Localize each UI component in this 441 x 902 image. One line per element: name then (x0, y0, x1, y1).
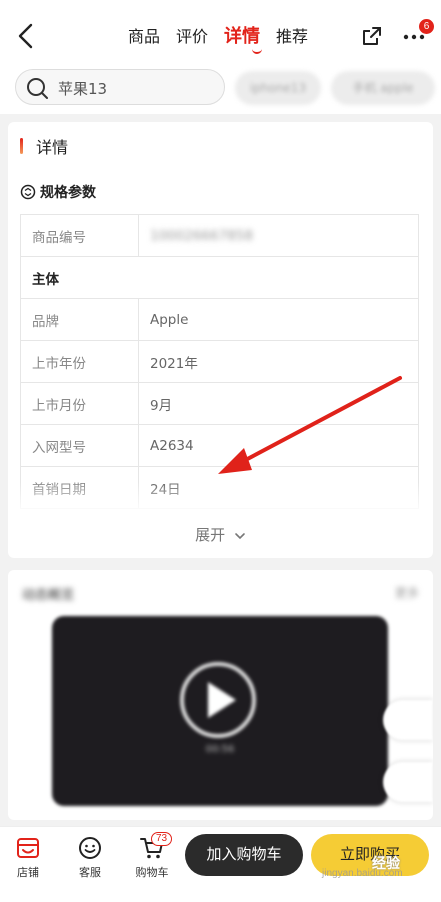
video-section-more[interactable]: 更多 (395, 584, 419, 601)
tab-bar: 商品 评价 详情 推荐 (128, 26, 324, 54)
notification-badge: 6 (419, 19, 434, 34)
add-to-cart-button[interactable]: 加入购物车 (185, 834, 303, 876)
video-overview-card: 动态概览 更多 00:56 (8, 570, 433, 820)
tab-details[interactable]: 详情 (224, 26, 263, 54)
video-section-title: 动态概览 (22, 588, 75, 603)
floating-side-button[interactable] (383, 762, 433, 802)
video-duration: 00:56 (205, 744, 235, 755)
detail-card: 详情 规格参数 商品编号 100026667858 主体 品牌 Apple 上市… (8, 122, 433, 558)
service-label: 客服 (79, 866, 101, 879)
section-title: 详情 (36, 138, 69, 157)
table-row: 上市月份 9月 (20, 382, 419, 425)
table-row: 主体 (20, 256, 419, 299)
share-icon[interactable] (360, 24, 384, 48)
table-row: 商品编号 100026667858 (20, 214, 419, 257)
spec-group-header: 主体 (20, 256, 419, 299)
spec-params-title: 规格参数 (40, 185, 96, 201)
spec-key: 商品编号 (20, 214, 139, 257)
spec-value: 9月 (138, 382, 419, 425)
spec-value: A2634 (138, 424, 419, 467)
spec-value: 100026667858 (150, 227, 254, 244)
store-label: 店铺 (17, 866, 39, 879)
search-suggestion-chip[interactable]: iphone13 (235, 71, 321, 105)
store-button[interactable]: 店铺 (8, 835, 48, 880)
tab-recommend[interactable]: 推荐 (276, 26, 308, 48)
video-player[interactable]: 00:56 (52, 616, 388, 806)
search-row: 苹果13 iphone13 手机 apple (0, 68, 441, 114)
spec-key: 品牌 (20, 298, 139, 341)
table-row: 入网型号 A2634 (20, 424, 419, 467)
spec-value: 2021年 (138, 340, 419, 383)
tab-reviews[interactable]: 评价 (176, 26, 208, 48)
store-icon (17, 838, 39, 858)
table-fade-overlay (20, 482, 419, 512)
search-icon (27, 78, 48, 99)
section-accent-bar (20, 138, 23, 154)
floating-side-button[interactable] (383, 700, 433, 740)
tab-product[interactable]: 商品 (128, 26, 160, 48)
spec-params-icon (20, 184, 36, 200)
expand-button[interactable]: 展开 (8, 524, 433, 545)
search-suggestion-chip[interactable]: 手机 apple (331, 71, 435, 105)
customer-service-button[interactable]: 客服 (70, 835, 110, 880)
search-input[interactable]: 苹果13 (15, 69, 225, 105)
cart-label: 购物车 (135, 866, 169, 879)
expand-label: 展开 (195, 526, 226, 544)
spec-table: 商品编号 100026667858 主体 品牌 Apple 上市年份 2021年… (20, 214, 419, 509)
watermark-text: jingyan.baidu.com (322, 868, 403, 879)
table-row: 上市年份 2021年 (20, 340, 419, 383)
cart-count-badge: 73 (151, 832, 173, 846)
spec-key: 入网型号 (20, 424, 139, 467)
chevron-down-icon (235, 532, 245, 539)
search-query: 苹果13 (58, 80, 108, 98)
customer-service-icon (79, 837, 101, 859)
chevron-left-icon[interactable] (14, 22, 38, 50)
table-row: 品牌 Apple (20, 298, 419, 341)
play-icon (208, 682, 236, 718)
top-nav-bar: 商品 评价 详情 推荐 6 (0, 0, 441, 70)
spec-value: Apple (138, 298, 419, 341)
spec-key: 上市年份 (20, 340, 139, 383)
spec-key: 上市月份 (20, 382, 139, 425)
